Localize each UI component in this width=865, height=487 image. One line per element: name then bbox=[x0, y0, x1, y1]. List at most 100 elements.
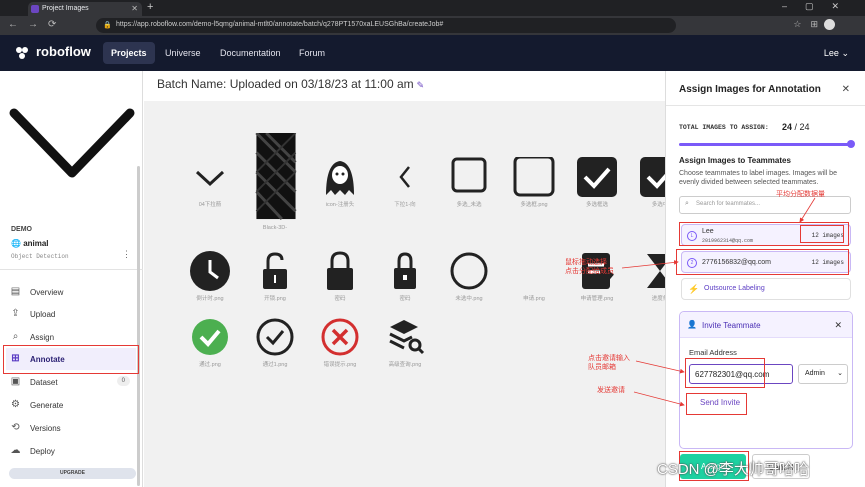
upgrade-button[interactable]: UPGRADE bbox=[9, 468, 136, 479]
slider-handle[interactable] bbox=[847, 140, 855, 148]
window-controls[interactable]: –▢✕ bbox=[782, 1, 857, 12]
edit-icon[interactable]: ✎ bbox=[417, 80, 425, 90]
image-tile[interactable]: icon-注册头 bbox=[314, 151, 366, 211]
sidebar-scrollbar[interactable] bbox=[137, 166, 140, 486]
url-field[interactable]: 🔒 https://app.roboflow.com/demo-l5qmg/an… bbox=[96, 18, 676, 33]
nav-projects[interactable]: Projects bbox=[103, 42, 155, 64]
image-caption: 通过1.png bbox=[262, 362, 288, 368]
annotation-line2: 点击分配给成员 bbox=[565, 268, 614, 275]
image-tile[interactable]: 多选框选 bbox=[571, 151, 623, 211]
nav-universe[interactable]: Universe bbox=[157, 42, 209, 64]
image-tile[interactable]: 下拉1-向 bbox=[379, 151, 431, 211]
image-tile[interactable]: 申请.png bbox=[508, 245, 560, 305]
image-grid: 04下拉箭 Black-3D- icon-注册头 下拉1-向 多选_未选 多选框… bbox=[144, 101, 665, 487]
lightning-icon: ⚡ bbox=[688, 284, 700, 294]
panel-title: Assign Images for Annotation bbox=[679, 84, 821, 95]
image-tile[interactable]: 通过1.png bbox=[249, 311, 301, 371]
nav-documentation[interactable]: Documentation bbox=[212, 42, 289, 64]
image-tile[interactable]: 多选框.png bbox=[508, 151, 560, 211]
role-value: Admin bbox=[805, 370, 825, 377]
roboflow-logo[interactable]: roboflow bbox=[14, 44, 91, 61]
sidebar-item-label: Dataset bbox=[30, 378, 58, 387]
image-caption: 多选框.png bbox=[520, 202, 548, 208]
image-tile[interactable]: 高级查询.png bbox=[379, 311, 431, 371]
image-caption: 进度条 bbox=[651, 296, 665, 302]
hourglass-icon bbox=[647, 254, 665, 288]
roboflow-logo-icon bbox=[16, 46, 28, 59]
invite-annotation: 点击邀请输入 队员邮箱 bbox=[588, 354, 630, 372]
image-tile[interactable]: 倒计时.png bbox=[184, 245, 236, 305]
teammates-description: Choose teammates to label images. Images… bbox=[679, 170, 837, 186]
sidebar-item-upload[interactable]: ⇪ Upload bbox=[6, 303, 136, 325]
image-caption: 申请.png bbox=[523, 296, 545, 302]
search-placeholder: Search for teammates... bbox=[696, 201, 761, 207]
batch-name-text: Batch Name: Uploaded on 03/18/23 at 11:0… bbox=[157, 77, 414, 91]
sidebar-item-label: Generate bbox=[30, 401, 64, 410]
image-caption: 多选框选 bbox=[585, 202, 608, 208]
close-icon[interactable]: ✕ bbox=[842, 84, 850, 95]
image-tile[interactable]: 未选中.png bbox=[443, 245, 495, 305]
invite-title: Invite Teammate bbox=[702, 321, 761, 330]
x-circle-red-icon bbox=[321, 318, 359, 356]
count-highlight-box bbox=[800, 225, 844, 243]
sidebar-item-label: Assign bbox=[30, 333, 55, 342]
images-slider[interactable] bbox=[679, 143, 851, 146]
lock-icon bbox=[327, 251, 353, 290]
image-tile[interactable]: 多选中 bbox=[634, 151, 665, 211]
image-tile[interactable]: 多选_未选 bbox=[443, 151, 495, 211]
email-label: Email Address bbox=[689, 348, 737, 357]
chevron-down-icon bbox=[195, 170, 225, 187]
sidebar-item-versions[interactable]: ⟲ Versions bbox=[6, 417, 136, 439]
sidebar-item-deploy[interactable]: ☁ Deploy bbox=[6, 440, 136, 462]
image-caption: 密码 bbox=[399, 296, 411, 302]
image-tile[interactable]: 04下拉箭 bbox=[184, 151, 236, 211]
image-tile[interactable]: Black-3D- bbox=[249, 133, 301, 231]
globe-icon: 🌐 bbox=[11, 239, 24, 248]
top-navigation: roboflow Projects Universe Documentation… bbox=[0, 35, 865, 71]
teammates-title: Assign Images to Teammates bbox=[679, 156, 791, 165]
tab-title: Project Images bbox=[42, 5, 89, 12]
role-select[interactable]: Admin ⌄ bbox=[798, 364, 848, 384]
upload-icon: ⇪ bbox=[11, 308, 20, 319]
image-tile[interactable]: 密码 bbox=[314, 245, 366, 305]
nav-forum[interactable]: Forum bbox=[291, 42, 333, 64]
panel-divider bbox=[666, 105, 865, 106]
lock-icon: 🔒 bbox=[103, 22, 112, 29]
chevron-left-icon bbox=[399, 166, 410, 188]
dark-texture-image bbox=[255, 133, 297, 221]
roboflow-favicon-icon bbox=[31, 5, 39, 13]
image-tile[interactable]: 开锁.png bbox=[249, 245, 301, 305]
image-caption: 多选_未选 bbox=[456, 202, 482, 208]
watermark: CSDN @李大帅哥哈哈 bbox=[657, 461, 809, 478]
user-menu[interactable]: Lee ⌄ bbox=[824, 48, 849, 59]
browser-tab[interactable]: Project Images ✕ bbox=[28, 2, 142, 16]
close-tab-icon[interactable]: ✕ bbox=[131, 4, 138, 13]
close-invite-icon[interactable]: ✕ bbox=[834, 320, 842, 331]
user-name: Lee bbox=[823, 48, 839, 58]
sidebar-item-label: Versions bbox=[30, 424, 61, 433]
batch-name: Batch Name: Uploaded on 03/18/23 at 11:0… bbox=[157, 77, 424, 91]
profile-avatar[interactable] bbox=[824, 19, 835, 30]
outsource-label: Outsource Labeling bbox=[704, 285, 765, 292]
image-tile[interactable]: 进度条 bbox=[634, 245, 665, 305]
project-type: Object Detection bbox=[11, 253, 69, 260]
teammate-search-input[interactable]: ⌕ Search for teammates... bbox=[679, 196, 851, 214]
image-tile[interactable]: 错误提示.png bbox=[314, 311, 366, 371]
outsource-labeling-option[interactable]: ⚡ Outsource Labeling bbox=[681, 278, 851, 300]
invite-header: 👤 Invite Teammate bbox=[680, 312, 852, 338]
sidebar-divider bbox=[0, 269, 143, 270]
new-tab-button[interactable]: + bbox=[147, 1, 153, 13]
project-name[interactable]: 🌐 animal bbox=[11, 239, 49, 248]
project-name-text: animal bbox=[23, 239, 49, 248]
sidebar-item-overview[interactable]: ▤ Overview bbox=[6, 281, 136, 303]
project-chevron-down-icon bbox=[9, 108, 135, 178]
browser-toolbar-icons[interactable]: ☆⊞⋯ bbox=[793, 19, 845, 30]
image-tile[interactable]: 密码 bbox=[379, 245, 431, 305]
more-options-icon[interactable]: ⋮ bbox=[122, 249, 131, 260]
sidebar-item-dataset[interactable]: ▣ Dataset 0 bbox=[6, 371, 136, 393]
sidebar-item-generate[interactable]: ⚙ Generate bbox=[6, 394, 136, 416]
image-tile[interactable]: 通过.png bbox=[184, 311, 236, 371]
nav-buttons[interactable]: ←→⟳ bbox=[8, 19, 66, 30]
workspace-name: DEMO bbox=[11, 226, 32, 233]
tab-bar: Project Images ✕ + –▢✕ bbox=[0, 0, 865, 16]
